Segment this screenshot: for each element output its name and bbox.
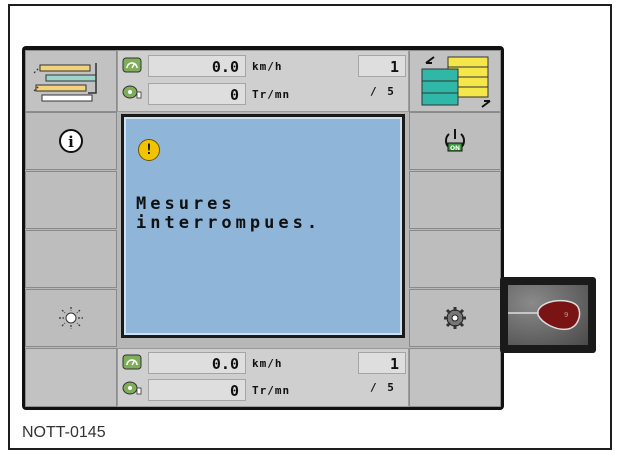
page-current: 1 (389, 58, 399, 76)
speed-unit: km/h (252, 60, 283, 73)
page-total: / 5 (370, 381, 396, 394)
svg-text:9: 9 (564, 311, 568, 319)
knob-icon: 9 (508, 299, 581, 331)
blank-softkey-right-3[interactable] (409, 230, 501, 288)
page-current: 1 (389, 355, 399, 373)
rpm-unit: Tr/mn (252, 384, 291, 397)
warning-icon: ! (138, 139, 160, 161)
page-box: 1 (358, 352, 406, 374)
rpm-value: 0 (229, 382, 239, 400)
top-status-bar: 0.0 km/h 0 Tr/mn 1 / 5 (117, 50, 409, 112)
svg-text:i: i (68, 133, 74, 151)
footer-left-blank[interactable] (25, 348, 117, 407)
rpm-unit: Tr/mn (252, 88, 291, 101)
figure-reference: NOTT-0145 (22, 424, 106, 441)
terminal-screen: 0.0 km/h 0 Tr/mn 1 / 5 i ON 0.0 km/h 0 T… (25, 50, 501, 407)
speed-value: 0.0 (211, 355, 239, 373)
alarm-dialog[interactable]: ! Mesures interrompues. (121, 114, 405, 338)
speed-box: 0.0 (148, 55, 246, 77)
footer-right-blank[interactable] (409, 348, 501, 407)
speedometer-icon (122, 57, 142, 73)
svg-text:ON: ON (450, 145, 460, 152)
speed-value: 0.0 (211, 58, 239, 76)
page-switch-button[interactable] (409, 50, 501, 112)
blank-softkey-right-2[interactable] (409, 171, 501, 229)
info-icon: i (59, 129, 83, 153)
power-softkey[interactable]: ON (409, 112, 501, 170)
light-softkey[interactable] (25, 289, 117, 347)
bottom-status-bar: 0.0 km/h 0 Tr/mn 1 / 5 (117, 348, 409, 407)
settings-icon (444, 307, 466, 329)
machine-sections-icon (33, 63, 97, 102)
speedometer-icon (122, 354, 142, 370)
rpm-box: 0 (148, 83, 246, 105)
rpm-box: 0 (148, 379, 246, 401)
rpm-icon (122, 85, 142, 99)
switch-pages-icon (421, 56, 491, 108)
warning-glyph: ! (144, 142, 154, 158)
page-box: 1 (358, 55, 406, 77)
speed-unit: km/h (252, 357, 283, 370)
section-layout-button[interactable] (25, 50, 117, 112)
external-controller: 9 (500, 277, 596, 353)
light-icon (59, 307, 83, 329)
speed-box: 0.0 (148, 352, 246, 374)
blank-softkey-left-3[interactable] (25, 230, 117, 288)
controller-photo: 9 (508, 285, 588, 345)
settings-softkey[interactable] (409, 289, 501, 347)
page-total: / 5 (370, 85, 396, 98)
blank-softkey-left-2[interactable] (25, 171, 117, 229)
power-on-icon: ON (445, 129, 465, 152)
rpm-value: 0 (229, 86, 239, 104)
alarm-message: Mesures interrompues. (136, 194, 322, 233)
rpm-icon (122, 381, 142, 395)
info-softkey[interactable]: i (25, 112, 117, 170)
